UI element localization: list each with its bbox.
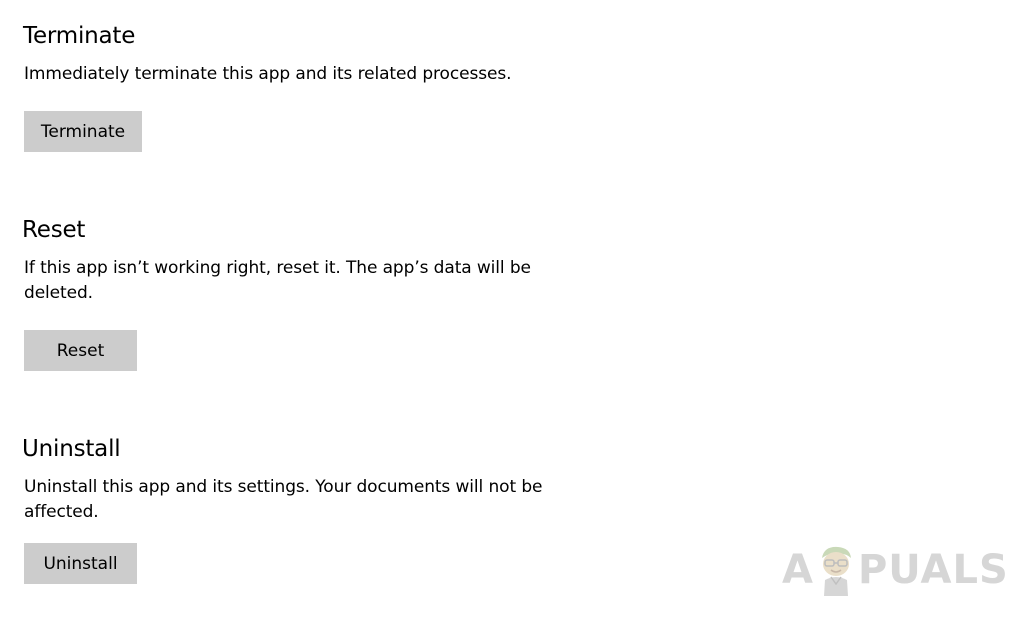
reset-heading: Reset: [22, 217, 86, 243]
appuals-watermark-logo: A PUALS: [782, 540, 1008, 600]
reset-description: If this app isn’t working right, reset i…: [24, 258, 531, 303]
appuals-mascot-icon: [816, 544, 856, 596]
terminate-button[interactable]: Terminate: [24, 111, 142, 152]
uninstall-heading: Uninstall: [22, 436, 121, 462]
terminate-heading: Terminate: [23, 23, 136, 49]
uninstall-description: Uninstall this app and its settings. You…: [24, 477, 543, 522]
reset-button[interactable]: Reset: [24, 330, 137, 371]
uninstall-button[interactable]: Uninstall: [24, 543, 137, 584]
watermark-text-left: A: [782, 547, 814, 593]
terminate-description: Immediately terminate this app and its r…: [24, 64, 512, 84]
watermark-text-right: PUALS: [857, 547, 1009, 593]
